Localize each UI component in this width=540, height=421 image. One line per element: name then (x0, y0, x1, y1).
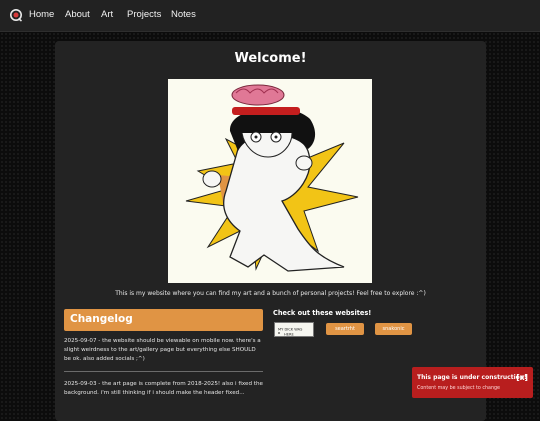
website-link-button[interactable]: snakonic (375, 323, 412, 335)
headphones-logo-icon[interactable] (9, 8, 23, 22)
nav-art-link[interactable]: Art (101, 9, 113, 20)
character-illustration (185, 84, 359, 272)
notice-title: This page is under construction! (417, 374, 527, 381)
website-link-button[interactable]: seartrht (326, 323, 364, 335)
artwork-image (168, 79, 372, 283)
websites-heading: Check out these websites! (273, 309, 372, 317)
nav-about-link[interactable]: About (65, 9, 90, 20)
changelog-entry: 2025-09-07 - the website should be viewa… (64, 338, 261, 362)
nav-projects-link[interactable]: Projects (127, 9, 161, 20)
handwritten-badge-icon: MY DICK WAS HERE (277, 328, 303, 337)
intro-text: This is my website where you can find my… (115, 290, 426, 297)
changelog-header: Changelog (64, 309, 263, 331)
nav-notes-link[interactable]: Notes (171, 9, 196, 20)
button-badge-image[interactable]: MY DICK WAS HERE (274, 322, 314, 337)
notice-subtitle: Content may be subject to change (417, 386, 501, 391)
close-button[interactable]: [x] (516, 373, 528, 382)
top-nav: Home About Art Projects Notes (0, 0, 540, 32)
svg-text:HERE: HERE (284, 333, 294, 337)
nav-home-link[interactable]: Home (29, 9, 54, 20)
changelog-divider (64, 371, 263, 372)
main-panel: Welcome! This is my website where you ca… (55, 41, 486, 421)
page-title: Welcome! (234, 51, 307, 66)
changelog-heading: Changelog (70, 313, 133, 325)
construction-notice: This page is under construction! Content… (412, 367, 533, 398)
changelog-entry: 2025-09-03 - the art page is complete fr… (64, 381, 263, 396)
svg-text:MY DICK WAS: MY DICK WAS (278, 328, 303, 332)
